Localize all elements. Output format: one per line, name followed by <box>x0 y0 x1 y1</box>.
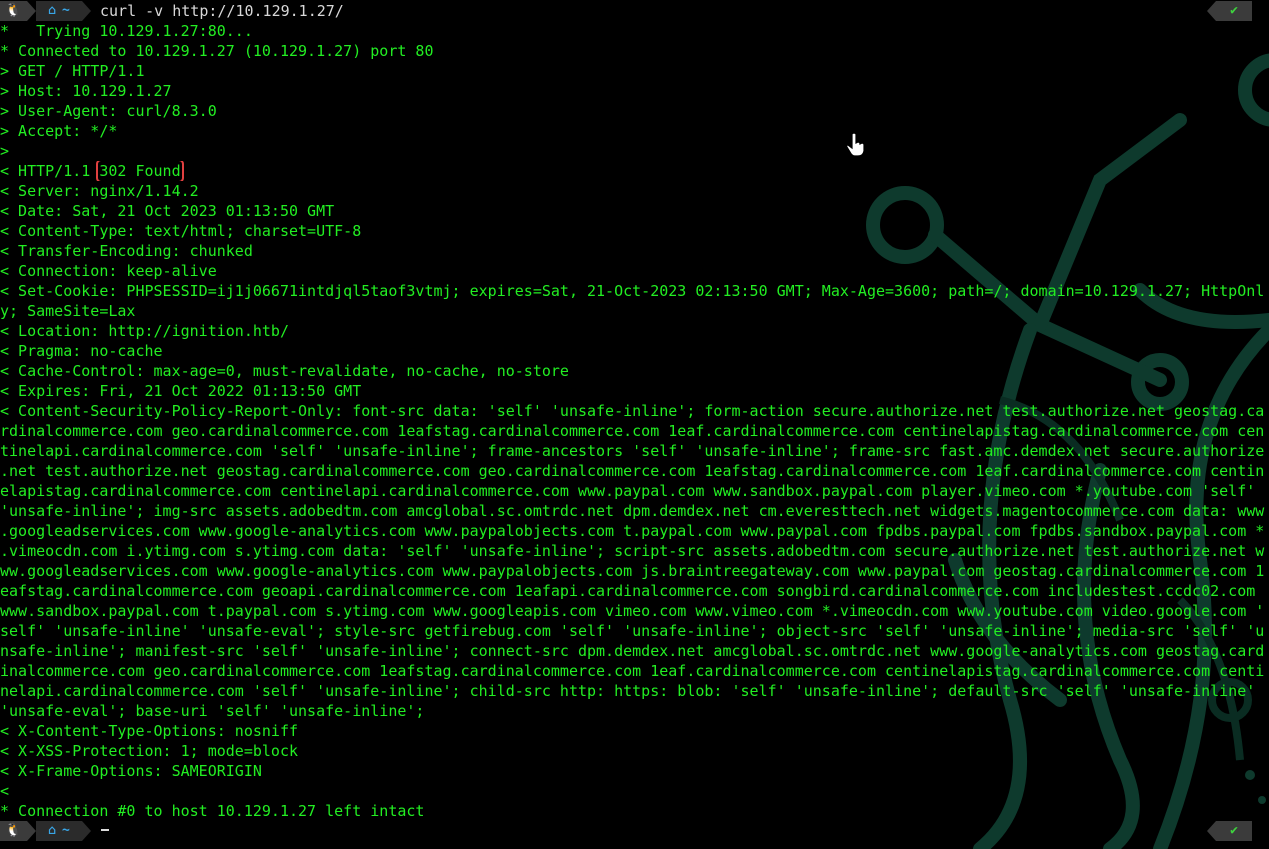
output-line: < X-XSS-Protection: 1; mode=block <box>0 742 299 760</box>
output-line: ww.googleadservices.com www.google-analy… <box>0 562 1265 580</box>
output-line: > Accept: */* <box>0 122 118 140</box>
output-line: * Trying 10.129.1.27:80... <box>0 22 253 40</box>
linux-penguin-icon: 🐧 <box>0 821 27 841</box>
output-line: < Connection: keep-alive <box>0 262 217 280</box>
directory-label: ~ <box>62 823 70 838</box>
prompt-separator <box>82 821 91 841</box>
output-line: rdinalcommerce.com geo.cardinalcommerce.… <box>0 422 1265 440</box>
output-line: > GET / HTTP/1.1 <box>0 62 145 80</box>
prompt-line: 🐧 ⌂ ~ ✔ <box>0 821 1269 841</box>
output-line: < Cache-Control: max-age=0, must-revalid… <box>0 362 569 380</box>
output-line: > <box>0 142 10 160</box>
status-ok-icon: ✔ <box>1216 1 1252 21</box>
output-line: < Set-Cookie: PHPSESSID=ij1j06671intdjql… <box>0 282 1265 300</box>
prompt-separator <box>27 821 36 841</box>
output-line: < X-Content-Type-Options: nosniff <box>0 722 299 740</box>
output-line: .net test.authorize.net geostag.cardinal… <box>0 462 1265 480</box>
output-line: < <box>0 782 10 800</box>
output-line: nsafe-inline'; manifest-src 'self' 'unsa… <box>0 642 1265 660</box>
output-line: .googleadservices.com www.google-analyti… <box>0 522 1265 540</box>
output-line: www.sandbox.paypal.com t.paypal.com s.yt… <box>0 602 1265 620</box>
output-line: y; SameSite=Lax <box>0 302 136 320</box>
output-line: < Content-Security-Policy-Report-Only: f… <box>0 402 1265 420</box>
highlighted-status-code: 302 Found <box>96 161 184 181</box>
output-line: < Transfer-Encoding: chunked <box>0 242 253 260</box>
home-icon: ⌂ <box>48 823 56 838</box>
directory-label: ~ <box>62 3 70 18</box>
home-icon: ⌂ <box>48 3 56 18</box>
status-ok-icon: ✔ <box>1216 821 1252 841</box>
prompt-directory: ⌂ ~ <box>36 1 82 21</box>
output-line: nelapi.cardinalcommerce.com 'self' 'unsa… <box>0 682 1256 700</box>
text-cursor <box>101 829 109 831</box>
hand-cursor-icon <box>846 132 865 157</box>
prompt-separator <box>82 1 91 21</box>
output-line: * Connected to 10.129.1.27 (10.129.1.27)… <box>0 42 434 60</box>
output-line: < Server: nginx/1.14.2 <box>0 182 199 200</box>
command-text: curl -v http://10.129.1.27/ <box>100 2 344 20</box>
status-separator <box>1207 1 1216 21</box>
status-line-prefix: < HTTP/1.1 <box>0 162 100 180</box>
output-line: self' 'unsafe-inline' 'unsafe-eval'; sty… <box>0 622 1265 640</box>
output-line: < Expires: Fri, 21 Oct 2022 01:13:50 GMT <box>0 382 362 400</box>
status-separator <box>1207 821 1216 841</box>
output-line: < Date: Sat, 21 Oct 2023 01:13:50 GMT <box>0 202 335 220</box>
output-line: < X-Frame-Options: SAMEORIGIN <box>0 762 262 780</box>
output-line: tinelapi.cardinalcommerce.com 'self' 'un… <box>0 442 1265 460</box>
prompt-directory: ⌂ ~ <box>36 821 82 841</box>
output-line: elapistag.cardinalcommerce.com centinela… <box>0 482 1256 500</box>
output-line: 'unsafe-eval'; base-uri 'self' 'unsafe-i… <box>0 702 425 720</box>
output-line: < Content-Type: text/html; charset=UTF-8 <box>0 222 362 240</box>
output-line: 'unsafe-inline'; img-src assets.adobedtm… <box>0 502 1265 520</box>
prompt-separator <box>27 1 36 21</box>
linux-penguin-icon: 🐧 <box>0 1 27 21</box>
output-line: * Connection #0 to host 10.129.1.27 left… <box>0 802 425 820</box>
output-line: inalcommerce.com geo.cardinalcommerce.co… <box>0 662 1265 680</box>
output-line: > Host: 10.129.1.27 <box>0 82 172 100</box>
output-line: < HTTP/1.1 302 Found <box>0 161 1269 181</box>
output-line: < Location: http://ignition.htb/ <box>0 322 289 340</box>
prompt-line: 🐧 ⌂ ~ curl -v http://10.129.1.27/✔ <box>0 1 1269 21</box>
output-line: < Pragma: no-cache <box>0 342 163 360</box>
output-line: .vimeocdn.com i.ytimg.com s.ytimg.com da… <box>0 542 1265 560</box>
output-line: eafstag.cardinalcommerce.com geoapi.card… <box>0 582 1256 600</box>
output-line: > User-Agent: curl/8.3.0 <box>0 102 217 120</box>
